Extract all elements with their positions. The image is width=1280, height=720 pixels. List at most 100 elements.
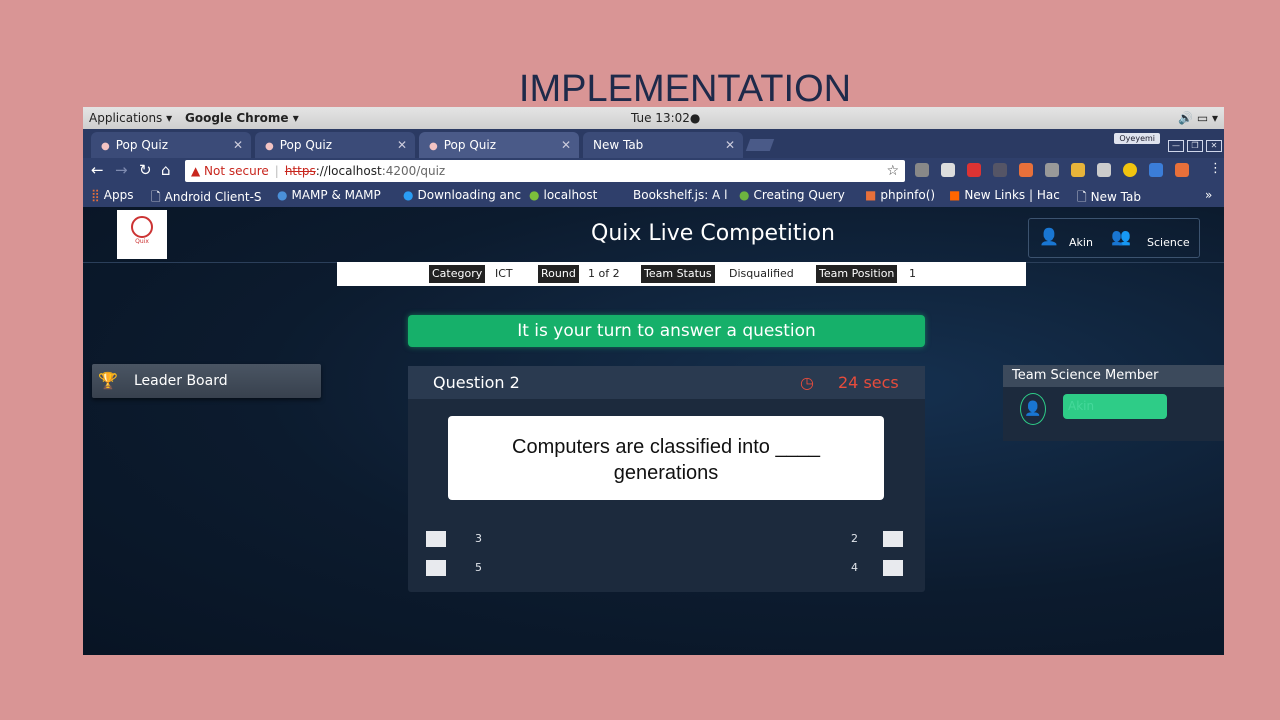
app-title: Quix Live Competition (591, 221, 835, 246)
chrome-app-menu[interactable]: Google Chrome ▾ (185, 111, 299, 125)
tab-label: Pop Quiz (115, 138, 168, 152)
option-label-1[interactable]: 3 (475, 532, 482, 545)
user-icon: 👤 (1039, 227, 1059, 246)
tab-label: Pop Quiz (443, 138, 496, 152)
slide-title: IMPLEMENTATION (518, 68, 852, 110)
member-name-badge[interactable]: Akin (1063, 394, 1167, 419)
tab-new-tab[interactable]: New Tab ✕ (583, 132, 743, 158)
close-icon[interactable]: ✕ (233, 132, 243, 158)
leaderboard-button[interactable]: 🏆 Leader Board (92, 364, 321, 398)
bookmark-downloading[interactable]: ● Downloading anc (403, 188, 521, 202)
bookmark-mamp[interactable]: ● MAMP & MAMP (277, 188, 381, 202)
mail-extension-icon[interactable] (1149, 163, 1163, 177)
team-status-value: Disqualified (729, 267, 794, 280)
new-tab-button[interactable] (745, 139, 775, 151)
app-header: Quix Quix Live Competition 👤 Akin 👥 Scie… (83, 207, 1224, 263)
option-checkbox-2[interactable] (883, 531, 903, 547)
url-scheme: https (284, 164, 316, 178)
page-icon: 🗋 (151, 190, 161, 204)
back-arrow-icon[interactable]: ← (91, 161, 104, 179)
bookmarks-overflow[interactable]: » (1205, 188, 1212, 202)
bookmark-android-client[interactable]: 🗋 Android Client-S (151, 188, 262, 209)
chrome-menu-icon[interactable]: ⋮ (1209, 161, 1222, 176)
option-checkbox-1[interactable] (426, 531, 446, 547)
url-host: ://localhost (315, 164, 382, 178)
close-icon[interactable]: ✕ (725, 132, 735, 158)
close-icon[interactable]: ✕ (397, 132, 407, 158)
trophy-icon: 🏆 (98, 371, 118, 390)
gear-extension-icon[interactable] (915, 163, 929, 177)
pinwheel-extension-icon[interactable] (1071, 163, 1085, 177)
bookmark-localhost[interactable]: ● localhost (529, 188, 597, 202)
team-icon: 👥 (1111, 227, 1131, 246)
chrome-extension-icon[interactable] (1097, 163, 1111, 177)
clock-icon: ◷ (800, 373, 814, 392)
tab-pop-quiz-1[interactable]: ● Pop Quiz ✕ (91, 132, 251, 158)
tab-bar: ● Pop Quiz ✕ ● Pop Quiz ✕ ● Pop Quiz ✕ New … (83, 129, 1224, 158)
quiz-favicon-icon: ● (429, 141, 438, 152)
y-icon: ■ (949, 188, 961, 202)
bookmark-new-tab[interactable]: 🗋 New Tab (1077, 188, 1141, 209)
code-extension-icon[interactable] (993, 163, 1007, 177)
close-window-icon[interactable]: ✕ (1206, 140, 1222, 152)
minimize-icon[interactable]: — (1168, 140, 1184, 152)
profile-button[interactable]: Oyeyemi (1114, 133, 1160, 144)
yellow-extension-icon[interactable] (1123, 163, 1137, 177)
logo-emblem-icon (131, 216, 153, 238)
user-name: Akin (1069, 236, 1093, 249)
team-position-value: 1 (909, 267, 916, 280)
cat-extension-icon[interactable] (941, 163, 955, 177)
system-tray[interactable]: 🔊 ▭ ▾ (1178, 111, 1218, 125)
quiz-app: Quix Quix Live Competition 👤 Akin 👥 Scie… (83, 207, 1224, 655)
team-status-label: Team Status (641, 265, 715, 283)
not-secure-indicator[interactable]: ▲ Not secure (191, 164, 269, 178)
todo-extension-icon[interactable] (967, 163, 981, 177)
elephant-icon: ● (277, 188, 288, 202)
tab-label: New Tab (593, 138, 644, 152)
angular-extension-icon[interactable] (1045, 163, 1059, 177)
bookmark-phpinfo[interactable]: ■ phpinfo() (865, 188, 935, 202)
question-text: Computers are classified into ____ gener… (448, 416, 884, 500)
team-members-panel: Team Science Member 👤 Akin (1003, 365, 1224, 441)
page-icon: 🗋 (1077, 190, 1087, 204)
bookmark-new-links[interactable]: ■ New Links | Hac (949, 188, 1060, 202)
quiz-favicon-icon: ● (265, 141, 274, 152)
close-icon[interactable]: ✕ (561, 132, 571, 158)
quix-logo[interactable]: Quix (117, 210, 167, 259)
url-bar[interactable]: ▲ Not secure | https://localhost:4200/quiz… (185, 160, 905, 182)
tab-pop-quiz-2[interactable]: ● Pop Quiz ✕ (255, 132, 415, 158)
applications-menu[interactable]: Applications ▾ (89, 111, 172, 125)
home-icon[interactable]: ⌂ (161, 161, 171, 179)
office-extension-icon[interactable] (1019, 163, 1033, 177)
bookmark-bookshelf[interactable]: Bookshelf.js: A l (633, 188, 727, 202)
tab-label: Pop Quiz (279, 138, 332, 152)
tab-pop-quiz-3[interactable]: ● Pop Quiz ✕ (419, 132, 579, 158)
timer-extension-icon[interactable] (1175, 163, 1189, 177)
bookmarks-bar: ⣿ Apps 🗋 Android Client-S ● MAMP & MAMP ● Do… (83, 185, 1224, 207)
skype-icon: ● (403, 188, 414, 202)
option-label-4[interactable]: 4 (851, 561, 858, 574)
option-checkbox-4[interactable] (883, 560, 903, 576)
os-top-bar: Applications ▾ Google Chrome ▾ Tue 13:02… (83, 107, 1224, 129)
option-label-2[interactable]: 2 (851, 532, 858, 545)
forward-arrow-icon[interactable]: → (115, 161, 128, 179)
option-checkbox-3[interactable] (426, 560, 446, 576)
round-label: Round (538, 265, 579, 283)
quiz-favicon-icon: ● (101, 141, 110, 152)
apps-grid-icon: ⣿ (91, 188, 100, 202)
option-label-3[interactable]: 5 (475, 561, 482, 574)
team-position-label: Team Position (816, 265, 898, 283)
reload-icon[interactable]: ↻ (139, 161, 152, 179)
system-clock[interactable]: Tue 13:02● (631, 111, 700, 125)
bookmark-apps[interactable]: ⣿ Apps (91, 188, 134, 202)
address-toolbar: ← → ↻ ⌂ ▲ Not secure | https://localhost:4… (83, 158, 1224, 185)
url-path: :4200/quiz (381, 164, 446, 178)
restore-icon[interactable]: ❐ (1187, 140, 1203, 152)
spring-icon: ● (739, 188, 750, 202)
bookmark-star-icon[interactable]: ☆ (886, 160, 899, 182)
question-number: Question 2 (433, 373, 520, 392)
bookmark-creating-query[interactable]: ● Creating Query (739, 188, 845, 202)
member-avatar-icon: 👤 (1020, 393, 1046, 425)
screenshot-frame: Applications ▾ Google Chrome ▾ Tue 13:02… (83, 107, 1224, 655)
countdown-timer: 24 secs (838, 373, 899, 392)
